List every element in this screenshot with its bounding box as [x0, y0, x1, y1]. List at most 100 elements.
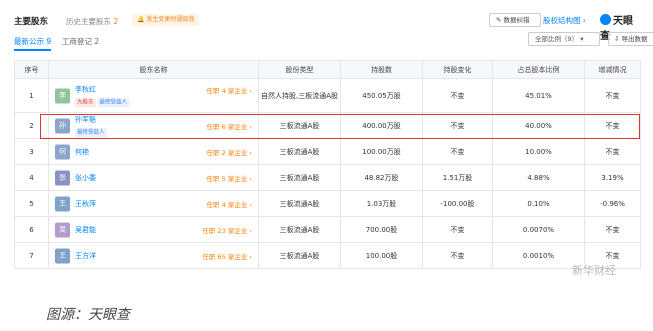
- col-index: 序号: [14, 60, 49, 79]
- table-row: 5 王王秋萍 任职 4 家企业 › 三板流通A股 1.03万股 -100.00股 0.10%…: [14, 190, 641, 217]
- table-row: 6 吴吴君能 任职 23 家企业 › 三板流通A股 700.00股 不变 0.0070% 不变: [14, 216, 641, 243]
- logo-icon: [600, 14, 611, 25]
- office-count-link[interactable]: 任职 65 家企业 ›: [202, 251, 252, 261]
- avatar: 吴: [55, 222, 70, 237]
- office-count-link[interactable]: 任职 5 家企业 ›: [207, 173, 252, 183]
- table-row: 2 孙孙军魁 最终受益人 任职 6 家企业 › 三板流通A股 400.00万股 不变 40.0…: [14, 112, 641, 139]
- share-ratio: 0.10%: [492, 190, 585, 217]
- share-type: 三板流通A股: [258, 216, 341, 243]
- col-name: 股东名称: [48, 60, 259, 79]
- page-header: 主要股东 历史主要股东 2 🔔 发生变更时通知我 ✎ 数据纠错 股权结构图 › …: [14, 12, 640, 42]
- shareholder-cell: 王王秋萍 任职 4 家企业 ›: [48, 190, 259, 217]
- col-change: 持股变化: [422, 60, 493, 79]
- chevron-down-icon: ▾: [580, 35, 584, 43]
- col-share-type: 股份类型: [258, 60, 341, 79]
- share-type: 三板流通A股: [258, 138, 341, 165]
- share-type: 三板流通A股: [258, 112, 341, 139]
- table-row: 4 张张小委 任职 5 家企业 › 三板流通A股 48.82万股 1.51万股 4.88% 3…: [14, 164, 641, 191]
- share-type: 三板流通A股: [258, 190, 341, 217]
- share-change: 不变: [422, 138, 493, 165]
- tab-bar: 最新公示 9 工商登记 2 全部比例（9） ▾ ⇩ 导出数据: [14, 32, 653, 51]
- office-count-link[interactable]: 任职 4 家企业 ›: [207, 85, 252, 95]
- table-header-row: 序号 股东名称 股份类型 持股数 持股变化 占总股本比例 增减情况: [14, 60, 641, 79]
- history-shareholders-link[interactable]: 历史主要股东 2: [66, 16, 118, 27]
- table-row: 7 王王方洋 任职 65 家企业 › 三板流通A股 100.00股 不变 0.0010% 不变: [14, 242, 641, 269]
- section-title: 主要股东: [14, 17, 49, 27]
- trend: 3.19%: [584, 164, 641, 191]
- change-notify-button[interactable]: 🔔 发生变更时通知我: [132, 14, 200, 26]
- avatar: 王: [55, 196, 70, 211]
- shares: 100.00万股: [340, 138, 423, 165]
- row-index: 4: [14, 164, 49, 191]
- share-type: 三板流通A股: [258, 242, 341, 269]
- avatar: 孙: [55, 118, 70, 133]
- shares: 700.00股: [340, 216, 423, 243]
- office-count-link[interactable]: 任职 4 家企业 ›: [207, 199, 252, 209]
- share-change: 不变: [422, 112, 493, 139]
- shareholder-cell: 李李秋红大股东 最终受益人 任职 4 家企业 ›: [48, 78, 259, 113]
- trend: 不变: [584, 78, 641, 113]
- share-change: 不变: [422, 216, 493, 243]
- equity-structure-link[interactable]: 股权结构图 ›: [543, 15, 586, 26]
- shareholder-cell: 王王方洋 任职 65 家企业 ›: [48, 242, 259, 269]
- watermark: 新华财经: [572, 264, 616, 277]
- chevron-right-icon: ›: [582, 16, 586, 25]
- row-index: 6: [14, 216, 49, 243]
- share-change: 不变: [422, 78, 493, 113]
- table-row: 1 李李秋红大股东 最终受益人 任职 4 家企业 › 自然人持股,三板流通A股 450.0…: [14, 78, 641, 113]
- shareholder-name-link[interactable]: 孙军魁: [75, 114, 109, 124]
- trend: 不变: [584, 216, 641, 243]
- trend: 不变: [584, 112, 641, 139]
- shareholder-cell: 何何艳 任职 2 家企业 ›: [48, 138, 259, 165]
- share-ratio: 45.01%: [492, 78, 585, 113]
- row-index: 3: [14, 138, 49, 165]
- export-button[interactable]: ⇩ 导出数据: [608, 32, 653, 46]
- avatar: 何: [55, 144, 70, 159]
- shareholder-name-link[interactable]: 王方洋: [75, 251, 96, 261]
- shares: 48.82万股: [340, 164, 423, 191]
- avatar: 李: [55, 88, 70, 103]
- shareholder-name-link[interactable]: 李秋红: [75, 84, 131, 94]
- share-change: -100.00股: [422, 190, 493, 217]
- share-ratio: 0.0010%: [492, 242, 585, 269]
- image-caption: 图源：天眼查: [46, 307, 130, 323]
- shareholder-name-link[interactable]: 何艳: [75, 147, 89, 157]
- col-ratio: 占总股本比例: [492, 60, 585, 79]
- share-type: 自然人持股,三板流通A股: [258, 78, 341, 113]
- table-row: 3 何何艳 任职 2 家企业 › 三板流通A股 100.00万股 不变 10.00% 不变: [14, 138, 641, 165]
- shareholder-cell: 张张小委 任职 5 家企业 ›: [48, 164, 259, 191]
- shareholder-tag: 大股东: [75, 98, 96, 107]
- office-count-link[interactable]: 任职 2 家企业 ›: [207, 147, 252, 157]
- report-error-button[interactable]: ✎ 数据纠错: [489, 13, 541, 27]
- shares: 1.03万股: [340, 190, 423, 217]
- tab-registration[interactable]: 工商登记 2: [62, 36, 99, 47]
- shares: 100.00股: [340, 242, 423, 269]
- shareholder-cell: 孙孙军魁最终受益人 任职 6 家企业 ›: [48, 112, 259, 139]
- shareholder-table: 序号 股东名称 股份类型 持股数 持股变化 占总股本比例 增减情况 1 李李秋红大…: [14, 60, 641, 269]
- share-change: 1.51万股: [422, 164, 493, 191]
- share-ratio: 0.0070%: [492, 216, 585, 243]
- shareholder-name-link[interactable]: 王秋萍: [75, 199, 96, 209]
- trend: 不变: [584, 138, 641, 165]
- office-count-link[interactable]: 任职 23 家企业 ›: [202, 225, 252, 235]
- share-ratio: 40.00%: [492, 112, 585, 139]
- shareholder-name-link[interactable]: 张小委: [75, 173, 96, 183]
- shareholder-tag: 最终受益人: [75, 128, 107, 137]
- trend: -0.96%: [584, 190, 641, 217]
- shares: 400.00万股: [340, 112, 423, 139]
- shares: 450.05万股: [340, 78, 423, 113]
- avatar: 王: [55, 248, 70, 263]
- col-shares: 持股数: [340, 60, 423, 79]
- shareholder-tag: 最终受益人: [97, 98, 130, 107]
- row-index: 2: [14, 112, 49, 139]
- shareholder-cell: 吴吴君能 任职 23 家企业 ›: [48, 216, 259, 243]
- tab-latest[interactable]: 最新公示 9: [14, 36, 52, 51]
- row-index: 7: [14, 242, 49, 269]
- share-type: 三板流通A股: [258, 164, 341, 191]
- office-count-link[interactable]: 任职 6 家企业 ›: [207, 121, 252, 131]
- share-change: 不变: [422, 242, 493, 269]
- ratio-filter-select[interactable]: 全部比例（9） ▾: [528, 32, 600, 46]
- row-index: 5: [14, 190, 49, 217]
- shareholder-name-link[interactable]: 吴君能: [75, 225, 96, 235]
- row-index: 1: [14, 78, 49, 113]
